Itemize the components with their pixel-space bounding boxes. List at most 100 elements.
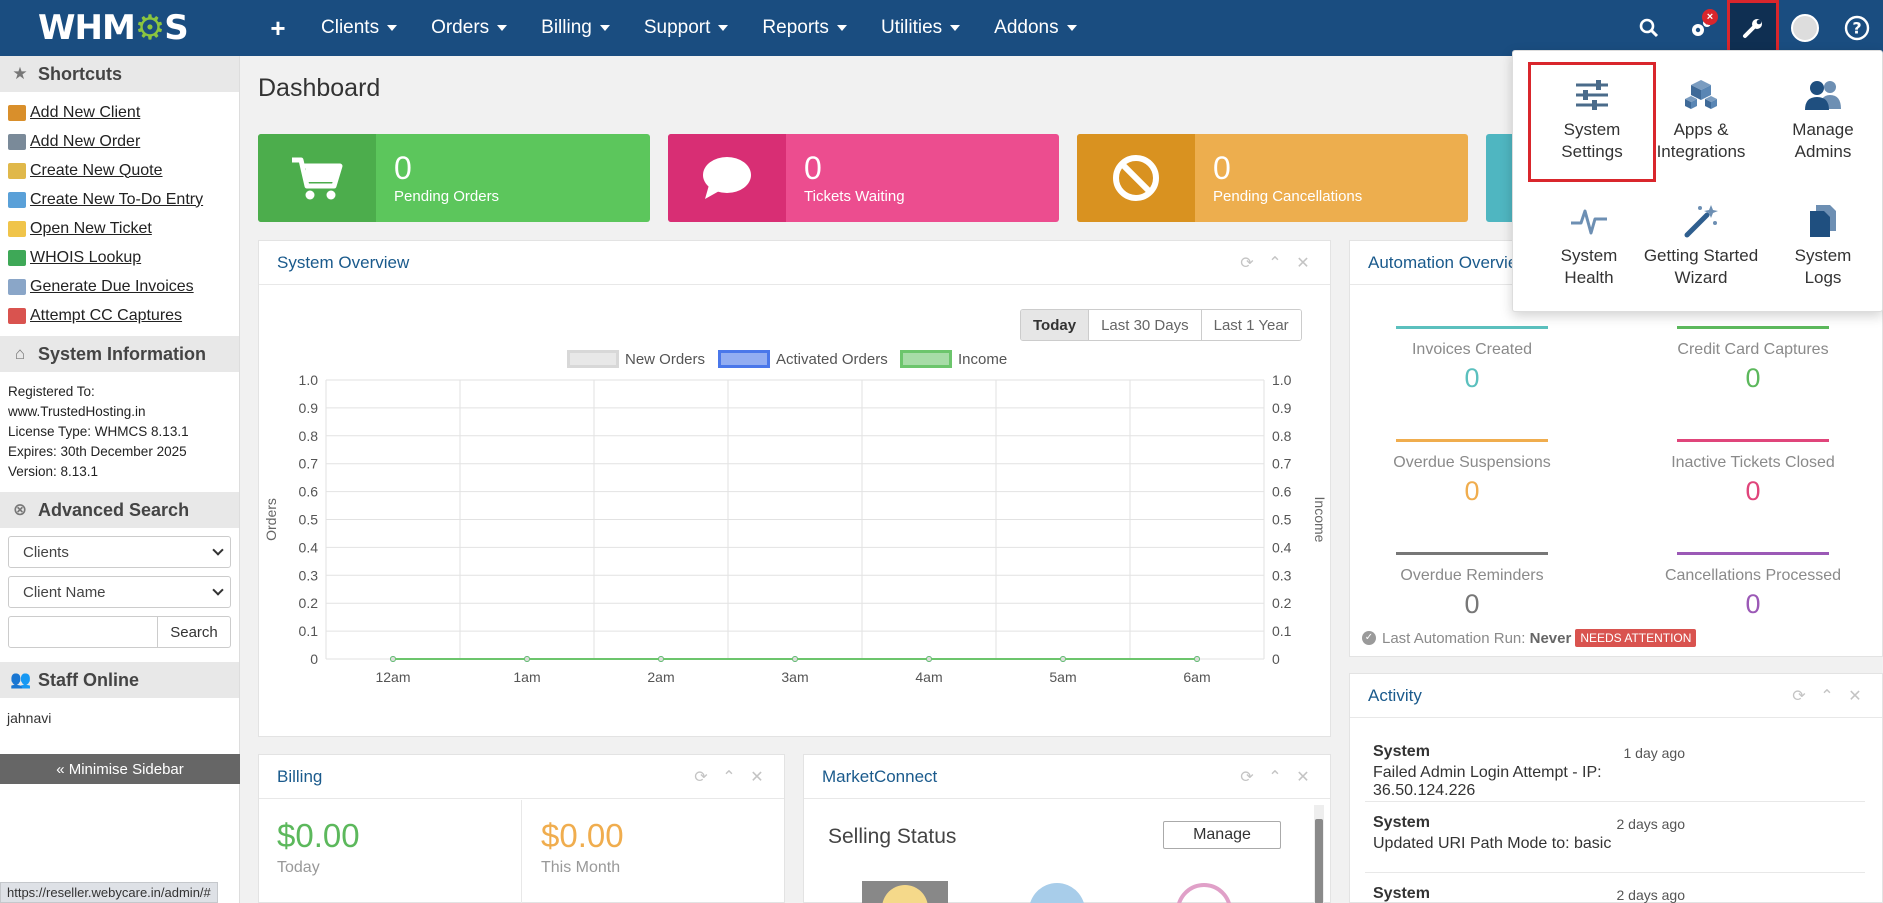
data-point: [658, 656, 664, 662]
chevron-up-icon[interactable]: ⌃: [1266, 253, 1284, 273]
shortcut-label: Add New Order: [30, 132, 141, 150]
activity-item: System 2 days ago: [1373, 885, 1685, 903]
automation-stat-label: Cancellations Processed: [1664, 567, 1842, 584]
shortcut-label: Create New Quote: [30, 161, 163, 179]
data-point: [524, 656, 530, 662]
star-icon: ★: [12, 64, 28, 83]
menu-system-health[interactable]: System Health: [1528, 201, 1650, 289]
staff-online-title: Staff Online: [38, 669, 140, 690]
manage-button[interactable]: Manage: [1163, 821, 1281, 849]
nav-support[interactable]: Support: [627, 0, 746, 56]
system-info-line: Expires: 30th December 2025: [8, 444, 187, 459]
shortcut-link[interactable]: Create New To-Do Entry: [8, 185, 239, 214]
y-tick-label: 0.2: [299, 595, 319, 611]
menu-system-logs[interactable]: System Logs: [1762, 201, 1883, 289]
last-automation-run: ✓ Last Automation Run: Never NEEDS ATTEN…: [1362, 629, 1697, 647]
nav-addons[interactable]: Addons: [977, 0, 1093, 56]
shortcut-link[interactable]: Generate Due Invoices: [8, 272, 239, 301]
billing-today: $0.00 Today: [277, 817, 360, 877]
search-field-select[interactable]: Client Name: [8, 576, 231, 608]
automation-stat-label: Overdue Suspensions: [1393, 454, 1551, 471]
data-point: [390, 656, 396, 662]
y2-tick-label: 0.9: [1272, 400, 1292, 416]
y2-tick-label: 0.8: [1272, 428, 1292, 444]
search-icon[interactable]: [1623, 0, 1675, 56]
shortcut-link[interactable]: Open New Ticket: [8, 214, 239, 243]
search-type-select[interactable]: Clients: [8, 536, 231, 568]
shortcut-icon: [8, 278, 26, 295]
shortcut-link[interactable]: Add New Order: [8, 127, 239, 156]
close-icon[interactable]: ✕: [748, 767, 766, 787]
automation-gears-icon[interactable]: ×: [1675, 0, 1727, 56]
activity-what: Updated URI Path Mode to: basic: [1373, 835, 1612, 852]
stat-value: 0: [804, 150, 822, 186]
sidebar-search-input[interactable]: [8, 616, 158, 648]
shortcut-icon: [8, 133, 26, 150]
user-avatar-icon[interactable]: [1779, 0, 1831, 56]
ban-icon: [1113, 155, 1159, 201]
menu-getting-started-wizard[interactable]: Getting Started Wizard: [1640, 201, 1762, 289]
data-point: [1060, 656, 1066, 662]
nav-clients[interactable]: Clients: [304, 0, 414, 56]
pending-cancellations-card[interactable]: 0 Pending Cancellations: [1077, 134, 1468, 222]
menu-apps-integrations[interactable]: Apps & Integrations: [1640, 75, 1762, 163]
stat-icon-box: [1077, 134, 1195, 222]
x-tick-label: 12am: [375, 669, 410, 685]
panel-title: System Overview: [277, 252, 410, 272]
notification-badge: ×: [1702, 9, 1718, 25]
automation-stat: Credit Card Captures 0: [1623, 326, 1883, 394]
nav-utilities[interactable]: Utilities: [864, 0, 977, 56]
shortcut-label: Attempt CC Captures: [30, 306, 183, 324]
chevron-up-icon[interactable]: ⌃: [1266, 767, 1284, 787]
range-1year-button[interactable]: Last 1 Year: [1200, 310, 1301, 340]
sidebar-search-button[interactable]: Search: [158, 616, 231, 648]
close-icon[interactable]: ✕: [1294, 767, 1312, 787]
nav-reports[interactable]: Reports: [745, 0, 864, 56]
comment-icon: [703, 157, 751, 199]
y2-tick-label: 0.5: [1272, 512, 1292, 528]
range-today-button[interactable]: Today: [1021, 310, 1089, 340]
refresh-icon[interactable]: ⟳: [1790, 686, 1808, 706]
billing-today-amount: $0.00: [277, 817, 360, 854]
add-new-icon[interactable]: +: [258, 13, 298, 44]
close-icon[interactable]: ✕: [1294, 253, 1312, 273]
automation-stat-bar: [1677, 439, 1829, 442]
nav-orders[interactable]: Orders: [414, 0, 524, 56]
refresh-icon[interactable]: ⟳: [692, 767, 710, 787]
product-logo-2: [1029, 883, 1085, 903]
whmcs-logo[interactable]: WHM ⚙ S: [0, 0, 258, 56]
menu-label: Wizard: [1674, 268, 1728, 287]
help-icon[interactable]: ?: [1831, 0, 1883, 56]
range-30days-button[interactable]: Last 30 Days: [1088, 310, 1201, 340]
menu-system-settings[interactable]: System Settings: [1528, 62, 1656, 182]
y2-tick-label: 0.6: [1272, 484, 1292, 500]
shortcut-link[interactable]: Add New Client: [8, 98, 239, 127]
automation-stat-label: Credit Card Captures: [1677, 341, 1829, 358]
pending-orders-card[interactable]: 0 Pending Orders: [258, 134, 650, 222]
billing-month-label: This Month: [541, 859, 621, 876]
shortcut-label: WHOIS Lookup: [30, 248, 142, 266]
scrollbar[interactable]: [1314, 805, 1324, 903]
x-tick-label: 1am: [513, 669, 540, 685]
data-point: [1194, 656, 1200, 662]
automation-stat-value: 0: [1464, 589, 1480, 619]
y-tick-label: 0.3: [299, 567, 319, 583]
nav-billing[interactable]: Billing: [524, 0, 627, 56]
divider: [521, 800, 522, 903]
shortcut-link[interactable]: Create New Quote: [8, 156, 239, 185]
chevron-up-icon[interactable]: ⌃: [720, 767, 738, 787]
documents-icon: [1810, 205, 1836, 237]
chevron-up-icon[interactable]: ⌃: [1818, 686, 1836, 706]
refresh-icon[interactable]: ⟳: [1238, 767, 1256, 787]
shortcut-link[interactable]: Attempt CC Captures: [8, 301, 239, 330]
wrench-config-icon[interactable]: [1727, 0, 1779, 56]
shortcut-link[interactable]: WHOIS Lookup: [8, 243, 239, 272]
tickets-waiting-card[interactable]: 0 Tickets Waiting: [668, 134, 1059, 222]
sliders-icon: [1576, 80, 1608, 110]
refresh-icon[interactable]: ⟳: [1238, 253, 1256, 273]
y-tick-label: 0.9: [299, 400, 319, 416]
chevron-down-icon: [212, 584, 224, 596]
minimise-sidebar-button[interactable]: « Minimise Sidebar: [0, 754, 240, 784]
menu-manage-admins[interactable]: Manage Admins: [1762, 75, 1883, 163]
close-icon[interactable]: ✕: [1846, 686, 1864, 706]
